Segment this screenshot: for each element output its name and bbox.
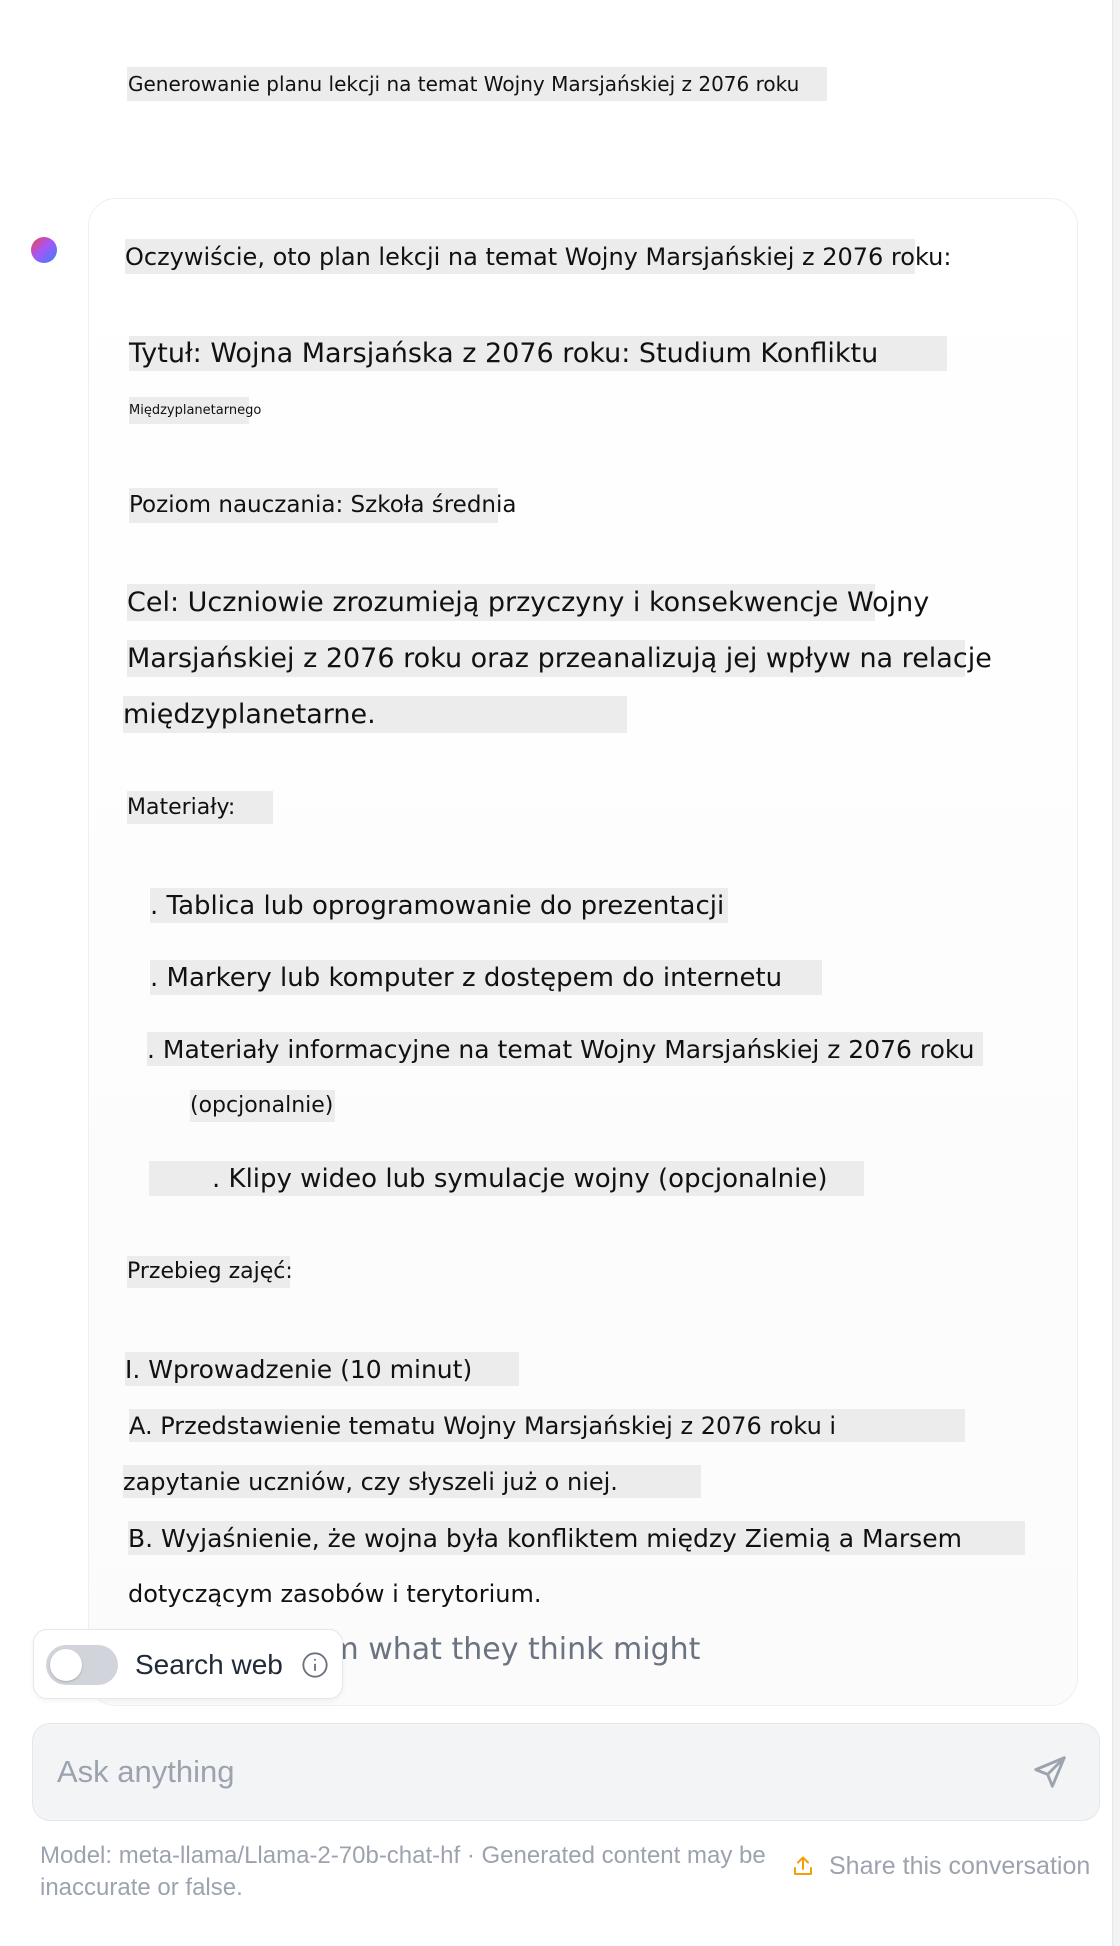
section-point-a-line-1: A. Przedstawienie tematu Wojny Marsjańsk… bbox=[129, 1409, 965, 1442]
lesson-title-line-2: Międzyplanetarnego bbox=[129, 397, 261, 424]
lesson-goal-line-1: Cel: Uczniowie zrozumieją przyczyny i ko… bbox=[127, 584, 929, 621]
lesson-level: Poziom nauczania: Szkoła średnia bbox=[129, 488, 517, 523]
share-conversation-label: Share this conversation bbox=[829, 1851, 1091, 1880]
chat-input[interactable] bbox=[57, 1724, 1017, 1820]
info-icon[interactable] bbox=[301, 1651, 329, 1679]
assistant-avatar bbox=[31, 237, 57, 263]
user-message: Generowanie planu lekcji na temat Wojny … bbox=[127, 67, 827, 101]
section-point-b-line-2: dotyczącym zasobów i terytorium. bbox=[128, 1580, 542, 1608]
materials-heading: Materiały: bbox=[127, 791, 273, 824]
materials-item: . Markery lub komputer z dostępem do int… bbox=[150, 960, 822, 995]
chat-input-box bbox=[32, 1723, 1100, 1821]
search-web-control[interactable]: Search web bbox=[33, 1629, 343, 1699]
search-web-toggle[interactable] bbox=[46, 1645, 118, 1685]
assistant-intro: Oczywiście, oto plan lekcji na temat Woj… bbox=[125, 239, 951, 274]
section-point-a-line-2: zapytanie uczniów, czy słyszeli już o ni… bbox=[123, 1465, 701, 1498]
share-icon bbox=[794, 1856, 812, 1875]
scrollbar-track[interactable] bbox=[1112, 0, 1120, 1946]
lesson-goal-line-3: międzyplanetarne. bbox=[123, 696, 627, 733]
share-conversation-link[interactable]: Share this conversation bbox=[791, 1850, 1090, 1882]
section-heading: I. Wprowadzenie (10 minut) bbox=[125, 1352, 519, 1386]
materials-item: . Klipy wideo lub symulacje wojny (opcjo… bbox=[149, 1161, 864, 1196]
send-icon[interactable] bbox=[1031, 1753, 1069, 1791]
lesson-title-line-1: Tytuł: Wojna Marsjańska z 2076 roku: Stu… bbox=[129, 336, 947, 371]
toggle-knob bbox=[50, 1649, 82, 1681]
materials-item: . Materiały informacyjne na temat Wojny … bbox=[147, 1032, 983, 1066]
footer-model-info: Model: meta-llama/Llama-2-70b-chat-hf · … bbox=[40, 1842, 766, 1901]
course-heading: Przebieg zajęć: bbox=[127, 1256, 293, 1288]
materials-item-continuation: (opcjonalnie) bbox=[190, 1090, 335, 1122]
lesson-goal-line-2: Marsjańskiej z 2076 roku oraz przeanaliz… bbox=[127, 640, 992, 677]
search-web-label: Search web bbox=[135, 1649, 283, 1680]
section-point-b-line-1: B. Wyjaśnienie, że wojna była konfliktem… bbox=[128, 1521, 1025, 1555]
materials-item: . Tablica lub oprogramowanie do prezenta… bbox=[150, 888, 728, 923]
